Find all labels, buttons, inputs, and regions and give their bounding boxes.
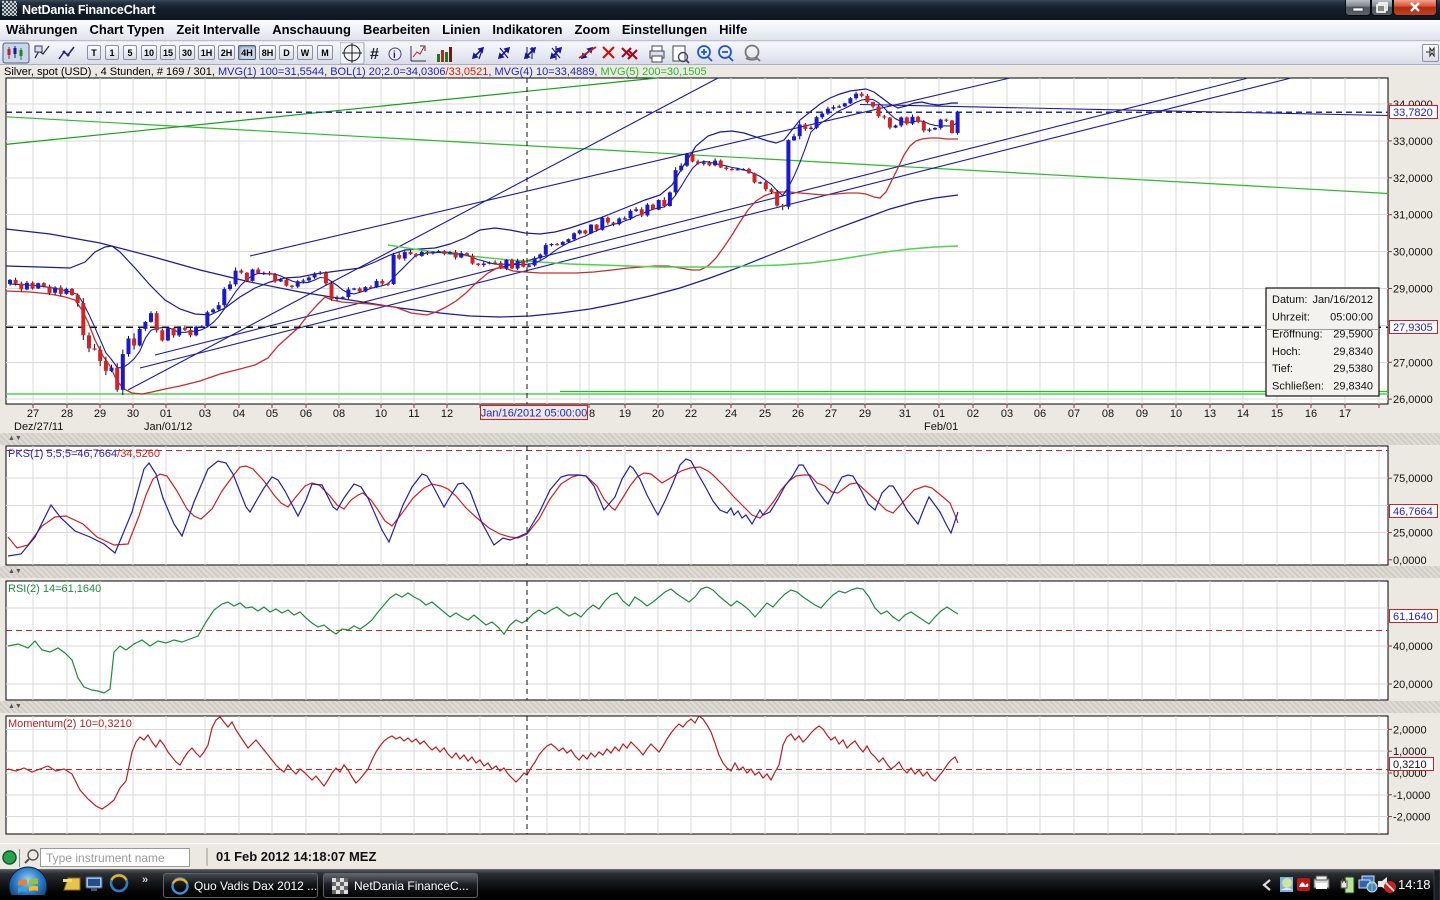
svg-text:PKS(1) 5;5;5=46,7664/34,5260: PKS(1) 5;5;5=46,7664/34,5260 bbox=[8, 448, 160, 460]
svg-text:29: 29 bbox=[859, 408, 871, 420]
svg-text:01: 01 bbox=[160, 408, 172, 420]
svg-text:08: 08 bbox=[333, 408, 345, 420]
svg-text:Tief:: Tief: bbox=[1272, 363, 1293, 375]
svg-text:RSI(2) 14=61,1640: RSI(2) 14=61,1640 bbox=[8, 583, 101, 595]
svg-text:10: 10 bbox=[375, 408, 387, 420]
svg-text:10: 10 bbox=[1170, 408, 1182, 420]
svg-text:14: 14 bbox=[1237, 408, 1249, 420]
svg-text:29,8340: 29,8340 bbox=[1333, 381, 1373, 393]
svg-text:Jan/16/2012: Jan/16/2012 bbox=[1312, 294, 1373, 306]
svg-text:26: 26 bbox=[792, 408, 804, 420]
svg-text:29,5380: 29,5380 bbox=[1333, 363, 1373, 375]
svg-text:03: 03 bbox=[1001, 408, 1013, 420]
svg-text:-2,0000: -2,0000 bbox=[1393, 812, 1430, 824]
svg-text:27: 27 bbox=[27, 408, 39, 420]
svg-text:Dez/27/11: Dez/27/11 bbox=[14, 421, 63, 433]
svg-text:06: 06 bbox=[300, 408, 312, 420]
svg-text:0,3210: 0,3210 bbox=[1393, 759, 1427, 771]
svg-text:25,0000: 25,0000 bbox=[1393, 528, 1433, 540]
svg-text:07: 07 bbox=[1068, 408, 1080, 420]
svg-text:33,7820: 33,7820 bbox=[1393, 107, 1433, 119]
svg-text:13: 13 bbox=[1204, 408, 1216, 420]
svg-text:2,0000: 2,0000 bbox=[1393, 724, 1427, 736]
svg-text:22: 22 bbox=[685, 408, 697, 420]
svg-text:20,0000: 20,0000 bbox=[1393, 679, 1433, 691]
svg-text:40,0000: 40,0000 bbox=[1393, 641, 1433, 653]
svg-text:14:18: 14:18 bbox=[1398, 877, 1431, 892]
svg-text:-1,0000: -1,0000 bbox=[1393, 790, 1430, 802]
svg-text:25: 25 bbox=[759, 408, 771, 420]
svg-text:03: 03 bbox=[199, 408, 211, 420]
svg-text:24: 24 bbox=[725, 408, 737, 420]
svg-text:30,0000: 30,0000 bbox=[1393, 247, 1433, 259]
svg-text:30: 30 bbox=[127, 408, 139, 420]
svg-text:8: 8 bbox=[589, 408, 595, 420]
svg-text:»: » bbox=[142, 874, 148, 886]
svg-text:29,0000: 29,0000 bbox=[1393, 284, 1433, 296]
svg-text:Feb/01: Feb/01 bbox=[924, 421, 958, 433]
svg-text:31: 31 bbox=[899, 408, 911, 420]
svg-text:05: 05 bbox=[266, 408, 278, 420]
svg-text:31,0000: 31,0000 bbox=[1393, 210, 1433, 222]
svg-text:11: 11 bbox=[408, 408, 419, 420]
svg-text:Momentum(2) 10=0,3210: Momentum(2) 10=0,3210 bbox=[8, 718, 132, 730]
svg-text:Schließen:: Schließen: bbox=[1272, 381, 1324, 393]
svg-text:05:00:00: 05:00:00 bbox=[1330, 311, 1373, 323]
svg-text:27,9305: 27,9305 bbox=[1393, 322, 1433, 334]
svg-text:Eröffnung:: Eröffnung: bbox=[1272, 329, 1323, 341]
svg-text:19: 19 bbox=[619, 408, 631, 420]
svg-text:17: 17 bbox=[1339, 408, 1351, 420]
svg-text:Hoch:: Hoch: bbox=[1272, 346, 1301, 358]
svg-text:32,0000: 32,0000 bbox=[1393, 173, 1433, 185]
svg-text:27,0000: 27,0000 bbox=[1393, 357, 1433, 369]
svg-text:08: 08 bbox=[1102, 408, 1114, 420]
svg-text:28: 28 bbox=[61, 408, 73, 420]
svg-text:06: 06 bbox=[1034, 408, 1046, 420]
svg-text:Jan/16/2012 05:00:00: Jan/16/2012 05:00:00 bbox=[481, 408, 587, 420]
svg-text:09: 09 bbox=[1136, 408, 1148, 420]
svg-text:Uhrzeit:: Uhrzeit: bbox=[1272, 311, 1310, 323]
svg-text:16: 16 bbox=[1305, 408, 1317, 420]
svg-text:61,1640: 61,1640 bbox=[1393, 611, 1433, 623]
svg-text:20: 20 bbox=[652, 408, 664, 420]
svg-text:1,0000: 1,0000 bbox=[1393, 746, 1427, 758]
svg-text:29,8340: 29,8340 bbox=[1333, 346, 1373, 358]
svg-text:02: 02 bbox=[967, 408, 979, 420]
svg-text:Jan/01/12: Jan/01/12 bbox=[144, 421, 192, 433]
svg-text:0,0000: 0,0000 bbox=[1393, 555, 1427, 567]
svg-text:29: 29 bbox=[94, 408, 106, 420]
svg-text:46,7664: 46,7664 bbox=[1393, 506, 1433, 518]
svg-text:01: 01 bbox=[933, 408, 945, 420]
svg-text:26,0000: 26,0000 bbox=[1393, 394, 1433, 406]
svg-text:Datum:: Datum: bbox=[1272, 294, 1307, 306]
svg-text:75,0000: 75,0000 bbox=[1393, 473, 1433, 485]
svg-text:33,0000: 33,0000 bbox=[1393, 136, 1433, 148]
svg-text:12: 12 bbox=[441, 408, 453, 420]
svg-text:27: 27 bbox=[825, 408, 837, 420]
svg-text:29,5900: 29,5900 bbox=[1333, 329, 1373, 341]
svg-text:15: 15 bbox=[1271, 408, 1283, 420]
svg-text:04: 04 bbox=[233, 408, 245, 420]
